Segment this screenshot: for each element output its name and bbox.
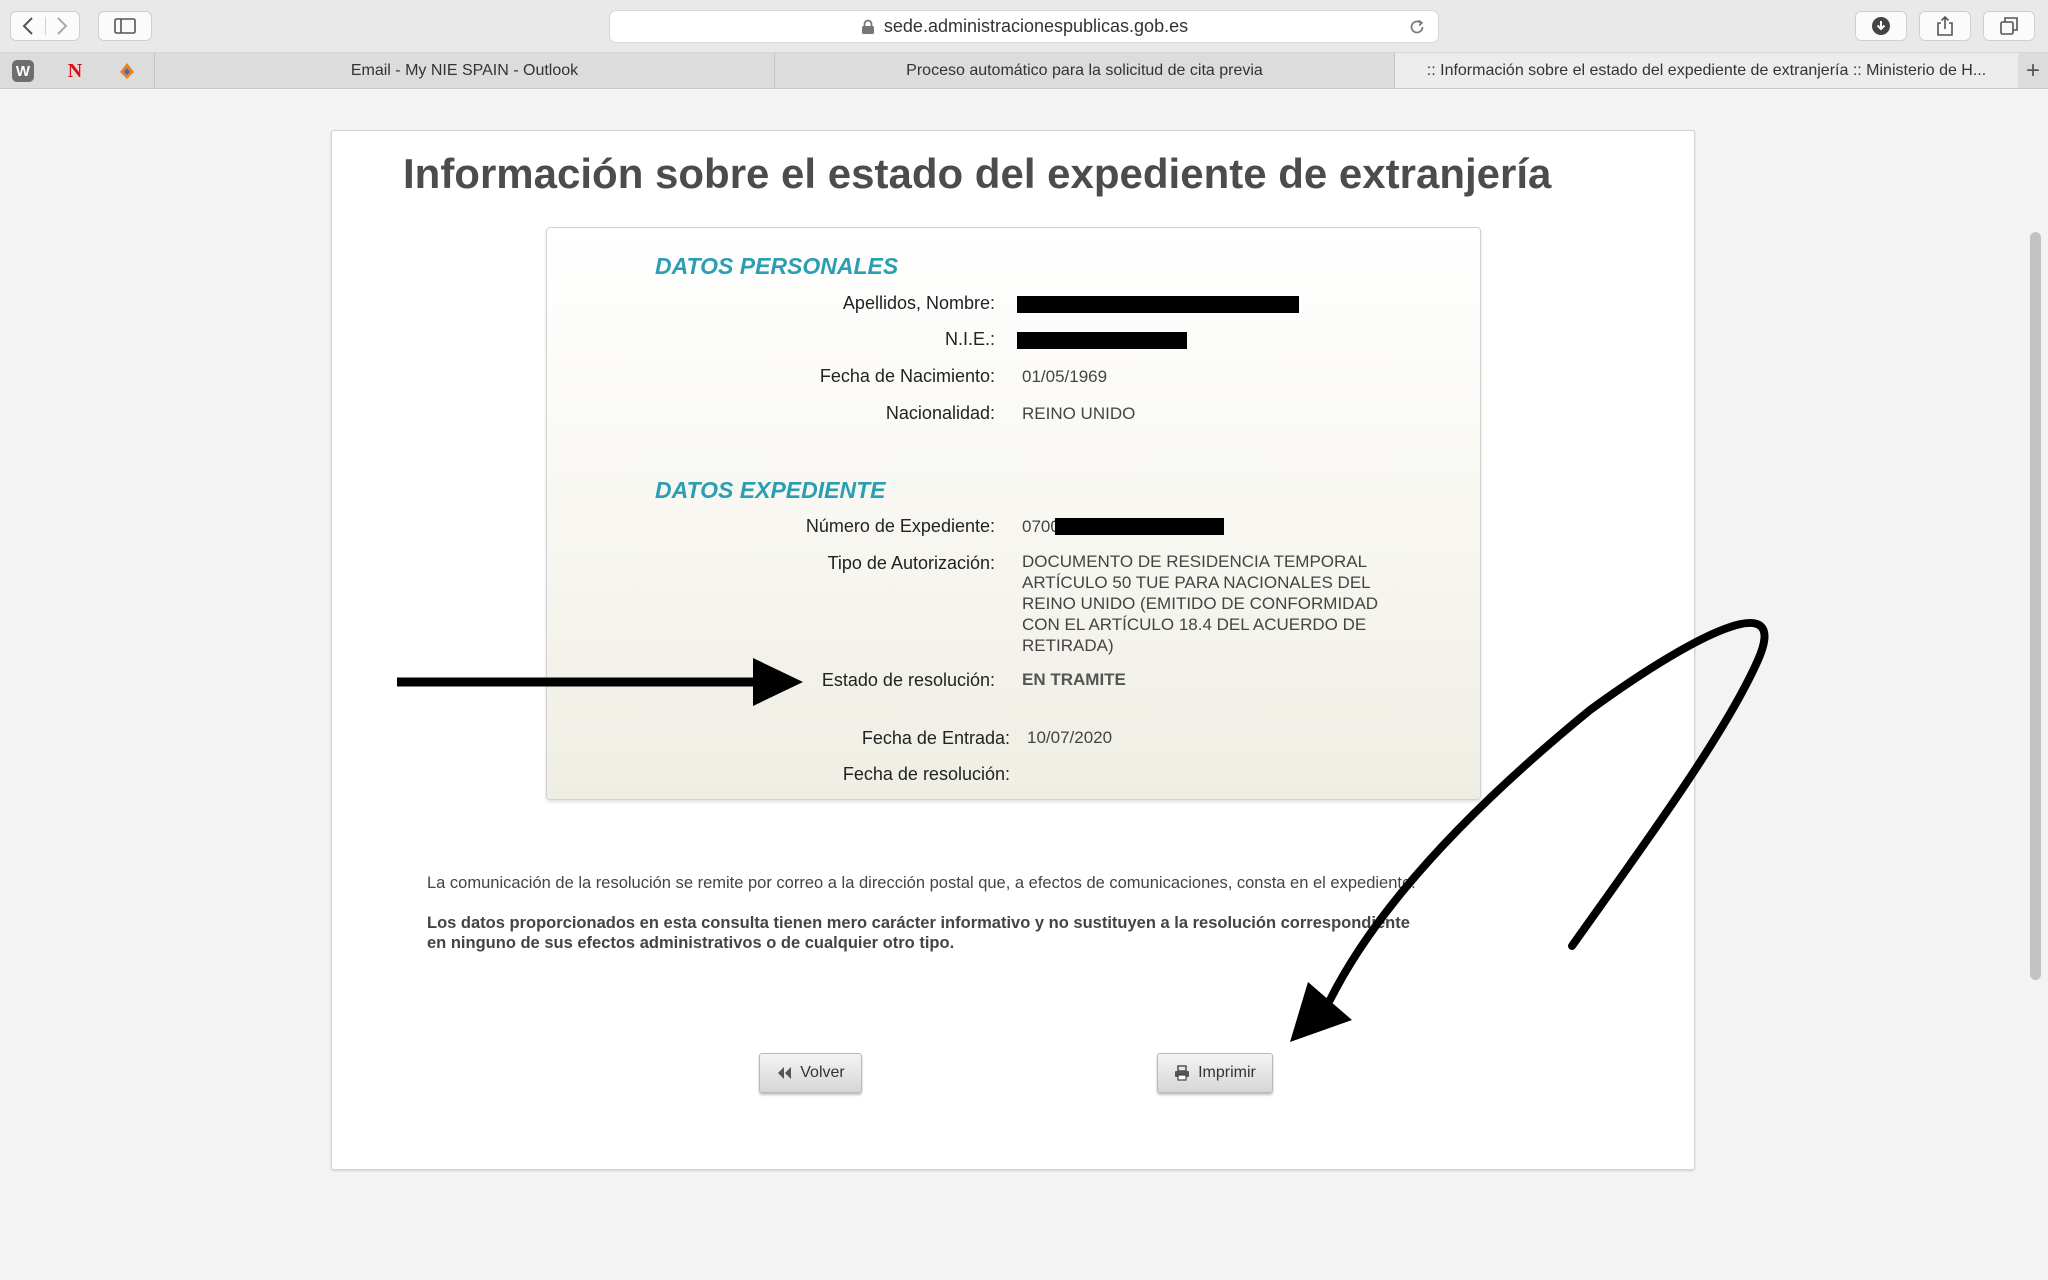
- double-chevron-left-icon: [778, 1067, 792, 1079]
- tab-overview-button[interactable]: [1983, 11, 2035, 41]
- favicon-w-label: W: [15, 62, 31, 80]
- resolution-status-label: Estado de resolución:: [821, 670, 995, 690]
- communication-note: La comunicación de la resolución se remi…: [427, 874, 1416, 892]
- file-number-label: Número de Expediente:: [805, 516, 995, 536]
- name-redaction: [1017, 296, 1299, 313]
- share-button[interactable]: [1919, 11, 1971, 41]
- disclaimer-line-1: Los datos proporcionados en esta consult…: [427, 914, 1410, 932]
- authorization-type-label: Tipo de Autorización:: [827, 553, 995, 573]
- resolution-date-label: Fecha de resolución:: [842, 764, 1010, 784]
- printer-icon: [1175, 1065, 1190, 1081]
- browser-back-icon[interactable]: [11, 17, 45, 35]
- name-label: Apellidos, Nombre:: [842, 293, 995, 313]
- share-icon: [1937, 15, 1953, 36]
- resolution-status-value: EN TRAMITE: [1022, 670, 1126, 689]
- tab-outlook[interactable]: Email - My NIE SPAIN - Outlook: [154, 53, 774, 88]
- page-title: Información sobre el estado del expedien…: [403, 150, 1552, 197]
- file-number-redaction: [1055, 518, 1224, 535]
- browser-forward-icon[interactable]: [44, 17, 80, 35]
- sidebar-icon: [114, 18, 136, 34]
- sidebar-toggle-button[interactable]: [98, 11, 152, 41]
- tab-bar: W N Email - My NIE SPAIN - Outlook Proce…: [0, 53, 2048, 89]
- downloads-button[interactable]: [1855, 11, 1907, 41]
- new-tab-button[interactable]: +: [2018, 53, 2048, 88]
- birth-date-value: 01/05/1969: [1022, 367, 1108, 386]
- tab-cita-previa[interactable]: Proceso automático para la solicitud de …: [774, 53, 1394, 88]
- tab-expediente[interactable]: :: Información sobre el estado del exped…: [1394, 53, 2018, 88]
- info-panel: [546, 227, 1481, 800]
- pinned-tab-app[interactable]: [116, 60, 138, 82]
- authorization-type-value: DOCUMENTO DE RESIDENCIA TEMPORAL ARTÍCUL…: [1022, 552, 1379, 655]
- back-forward-group: [10, 11, 80, 41]
- nie-redaction: [1017, 332, 1187, 349]
- pinned-tab-netflix[interactable]: N: [64, 60, 86, 82]
- entry-date-label: Fecha de Entrada:: [861, 728, 1010, 748]
- nationality-value: REINO UNIDO: [1022, 404, 1136, 423]
- tab-expediente-label: :: Información sobre el estado del exped…: [1426, 61, 1987, 79]
- tab-outlook-label: Email - My NIE SPAIN - Outlook: [350, 61, 579, 79]
- birth-date-label: Fecha de Nacimiento:: [819, 366, 995, 386]
- pinned-tab-wordpress[interactable]: W: [12, 60, 34, 82]
- nie-label: N.I.E.:: [944, 329, 995, 349]
- back-button-label: Volver: [800, 1064, 845, 1081]
- section-datos-personales: DATOS PERSONALES: [655, 253, 899, 279]
- app-favicon-icon: [120, 63, 134, 79]
- browser-toolbar: sede.administracionespublicas.gob.es: [0, 0, 2048, 53]
- tab-cita-previa-label: Proceso automático para la solicitud de …: [906, 61, 1263, 79]
- plus-icon: +: [2025, 56, 2040, 84]
- entry-date-value: 10/07/2020: [1027, 728, 1113, 747]
- disclaimer-line-2: en ninguno de sus efectos administrativo…: [427, 934, 955, 952]
- favicon-n-label: N: [67, 59, 83, 82]
- back-button[interactable]: Volver: [759, 1053, 862, 1093]
- tabs-overview-icon: [2000, 17, 2018, 35]
- print-button[interactable]: Imprimir: [1157, 1053, 1273, 1093]
- address-url: sede.administracionespublicas.gob.es: [883, 16, 1189, 36]
- page-scrollbar[interactable]: [2030, 232, 2041, 980]
- reload-icon[interactable]: [1408, 18, 1426, 36]
- print-button-label: Imprimir: [1198, 1064, 1256, 1081]
- download-icon: [1872, 17, 1890, 35]
- section-datos-expediente: DATOS EXPEDIENTE: [655, 477, 886, 503]
- address-bar[interactable]: sede.administracionespublicas.gob.es: [609, 10, 1439, 43]
- lock-icon: [861, 19, 874, 34]
- nationality-label: Nacionalidad:: [885, 403, 995, 423]
